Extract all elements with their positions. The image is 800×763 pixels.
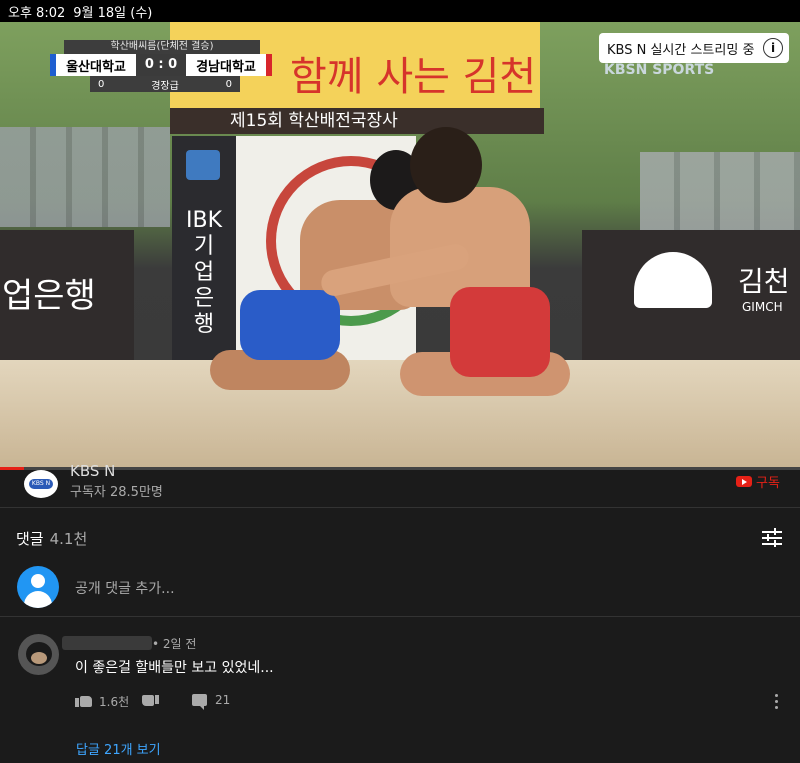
- live-badge-label: KBS N 실시간 스트리밍 중: [607, 42, 755, 58]
- status-time: 오후 8:02: [8, 5, 66, 21]
- subscribe-label: 구독: [756, 476, 780, 491]
- score-box: 0 : 0: [136, 54, 186, 76]
- sponsor-board-left: 업은행: [0, 230, 134, 365]
- subscribe-button[interactable]: 구독: [736, 472, 780, 491]
- comments-title: 댓글: [16, 530, 44, 548]
- team-right-color: [266, 54, 272, 76]
- like-icon[interactable]: [75, 692, 93, 708]
- reply-icon[interactable]: [192, 694, 207, 710]
- more-options-icon[interactable]: [775, 694, 779, 710]
- score-right: 0: [168, 57, 178, 72]
- sponsor-board-right-sub: GIMCH: [742, 300, 783, 314]
- comment-time: • 2일 전: [152, 637, 197, 651]
- ibk-logo: [186, 150, 220, 180]
- comment-actions: 1.6천 21: [75, 692, 795, 714]
- divider: [0, 616, 800, 617]
- channel-row: KBS N KBS N 구독자 28.5만명 구독: [0, 462, 800, 508]
- round-left: 0: [98, 78, 105, 90]
- user-avatar-icon: [17, 566, 59, 608]
- spectator-seats: [640, 152, 800, 232]
- info-icon[interactable]: i: [763, 38, 783, 58]
- score-separator: :: [158, 57, 164, 72]
- comments-header[interactable]: 댓글 4.1천: [16, 528, 87, 549]
- scorebug-scores: 울산대학교 0 : 0 경남대학교: [50, 54, 272, 76]
- score-left: 0: [144, 57, 154, 72]
- mountain-logo: [634, 252, 712, 308]
- divider: [0, 507, 800, 508]
- reply-count: 21: [215, 693, 231, 707]
- channel-watermark: KBSN SPORTS: [604, 62, 715, 78]
- comments-count: 4.1천: [49, 530, 88, 548]
- status-bar: 오후 8:02 9월 18일 (수): [0, 0, 800, 22]
- wrestler-red: [318, 117, 570, 417]
- comment-text: 이 좋은걸 할배들만 보고 있었네...: [75, 660, 274, 676]
- status-date: 9월 18일 (수): [73, 5, 153, 21]
- youtube-icon: [736, 476, 752, 487]
- round-label: 경장급: [151, 80, 179, 92]
- add-comment-input[interactable]: 공개 댓글 추가...: [75, 578, 175, 598]
- scorebug-round: 0 경장급 0: [90, 76, 240, 92]
- like-count: 1.6천: [99, 695, 130, 709]
- team-left: 울산대학교: [66, 59, 126, 75]
- round-right: 0: [225, 78, 232, 90]
- commenter-name-redacted: [62, 636, 152, 650]
- scorebug-event: 학산배씨름(단체전 결승): [64, 40, 260, 54]
- view-replies-link[interactable]: 답글 21개 보기: [76, 739, 161, 758]
- video-player[interactable]: 함께 사는 김천 제15회 학산배전국장사 IBK 기업은행 업은행 김천 GI…: [0, 22, 800, 470]
- ibk-text: IBK 기업은행: [185, 208, 222, 337]
- commenter-avatar[interactable]: [18, 634, 59, 675]
- ibk-banner: IBK 기업은행: [172, 136, 236, 362]
- channel-avatar[interactable]: KBS N: [24, 470, 58, 498]
- team-right: 경남대학교: [196, 59, 256, 75]
- subscriber-count: 구독자 28.5만명: [70, 485, 163, 500]
- live-stream-badge[interactable]: KBS N 실시간 스트리밍 중 i: [599, 33, 789, 63]
- scorebug: 학산배씨름(단체전 결승) 울산대학교 0 : 0 경남대학교 0 경장급 0: [50, 40, 272, 106]
- banner-top-text: 함께 사는 김천: [290, 54, 537, 100]
- sponsor-board-right: 김천 GIMCH: [582, 230, 800, 365]
- sponsor-board-left-text: 업은행: [2, 276, 96, 316]
- spectator-seats: [0, 127, 170, 227]
- sort-icon[interactable]: [762, 527, 782, 547]
- sponsor-board-right-text: 김천: [738, 265, 790, 298]
- dislike-icon[interactable]: [141, 694, 159, 710]
- channel-name[interactable]: KBS N: [70, 462, 115, 480]
